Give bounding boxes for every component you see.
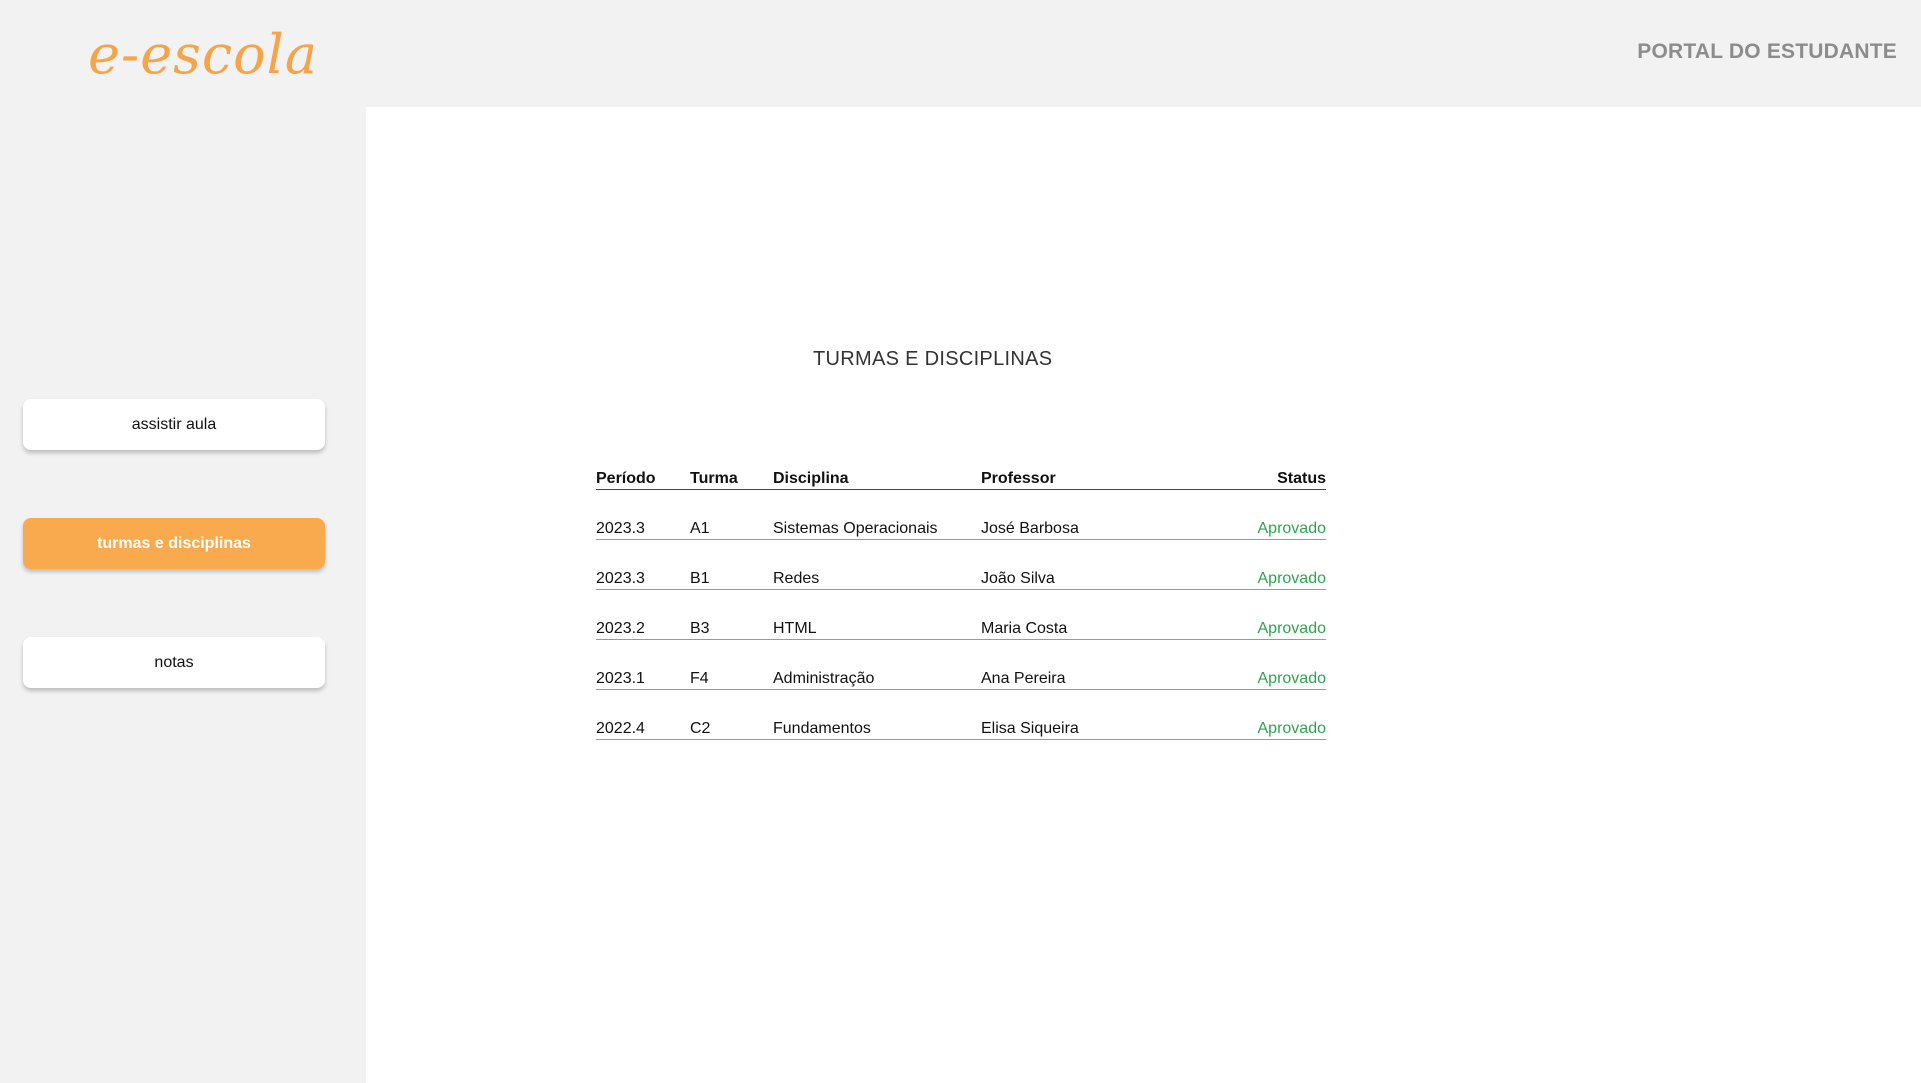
cell-status: Aprovado (1257, 570, 1327, 587)
main-content: TURMAS E DISCIPLINAS Período Turma Disci… (366, 107, 1921, 1083)
cell-periodo: 2023.2 (596, 620, 645, 637)
top-header: e-escola PORTAL DO ESTUDANTE (0, 0, 1921, 107)
logo[interactable]: e-escola (88, 28, 318, 82)
cell-turma: A1 (690, 520, 710, 537)
sidebar-item-label: turmas e disciplinas (97, 534, 251, 552)
cell-turma: C2 (690, 720, 711, 737)
table-row: 2022.4 C2 Fundamentos Elisa Siqueira Apr… (596, 690, 1326, 740)
portal-title: PORTAL DO ESTUDANTE (1637, 40, 1897, 63)
sidebar-item-notas[interactable]: notas (23, 637, 325, 688)
cell-turma: B1 (690, 570, 710, 587)
cell-status: Aprovado (1257, 520, 1327, 537)
table-header: Período Turma Disciplina Professor Statu… (596, 460, 1326, 490)
table-row: 2023.3 B1 Redes João Silva Aprovado (596, 540, 1326, 590)
cell-periodo: 2022.4 (596, 720, 645, 737)
cell-periodo: 2023.3 (596, 520, 645, 537)
sidebar-item-label: assistir aula (131, 415, 217, 433)
cell-professor: João Silva (981, 570, 1055, 587)
sidebar: assistir aula turmas e disciplinas notas (0, 107, 366, 1083)
header-turma: Turma (690, 470, 738, 487)
header-disciplina: Disciplina (773, 470, 849, 487)
table-row: 2023.3 A1 Sistemas Operacionais José Bar… (596, 490, 1326, 540)
sidebar-item-turmas-e-disciplinas[interactable]: turmas e disciplinas (23, 518, 325, 569)
cell-professor: Elisa Siqueira (981, 720, 1079, 737)
cell-turma: B3 (690, 620, 710, 637)
header-status: Status (1277, 470, 1326, 487)
cell-status: Aprovado (1257, 620, 1327, 637)
cell-professor: Maria Costa (981, 620, 1068, 637)
classes-table: Período Turma Disciplina Professor Statu… (596, 460, 1326, 740)
cell-status: Aprovado (1257, 720, 1327, 737)
cell-disciplina: Sistemas Operacionais (773, 520, 938, 537)
page-title: TURMAS E DISCIPLINAS (813, 348, 1053, 370)
cell-disciplina: Redes (773, 570, 820, 587)
cell-professor: José Barbosa (981, 520, 1079, 537)
sidebar-item-assistir-aula[interactable]: assistir aula (23, 399, 325, 450)
table-row: 2023.2 B3 HTML Maria Costa Aprovado (596, 590, 1326, 640)
cell-professor: Ana Pereira (981, 670, 1066, 687)
cell-status: Aprovado (1257, 670, 1327, 687)
header-professor: Professor (981, 470, 1056, 487)
cell-disciplina: HTML (773, 620, 817, 637)
sidebar-item-label: notas (154, 653, 194, 671)
app-window: e-escola PORTAL DO ESTUDANTE assistir au… (0, 0, 1921, 1083)
cell-disciplina: Administração (773, 670, 875, 687)
cell-periodo: 2023.3 (596, 570, 645, 587)
table-row: 2023.1 F4 Administração Ana Pereira Apro… (596, 640, 1326, 690)
header-periodo: Período (596, 470, 656, 487)
cell-disciplina: Fundamentos (773, 720, 871, 737)
cell-periodo: 2023.1 (596, 670, 645, 687)
cell-turma: F4 (690, 670, 709, 687)
